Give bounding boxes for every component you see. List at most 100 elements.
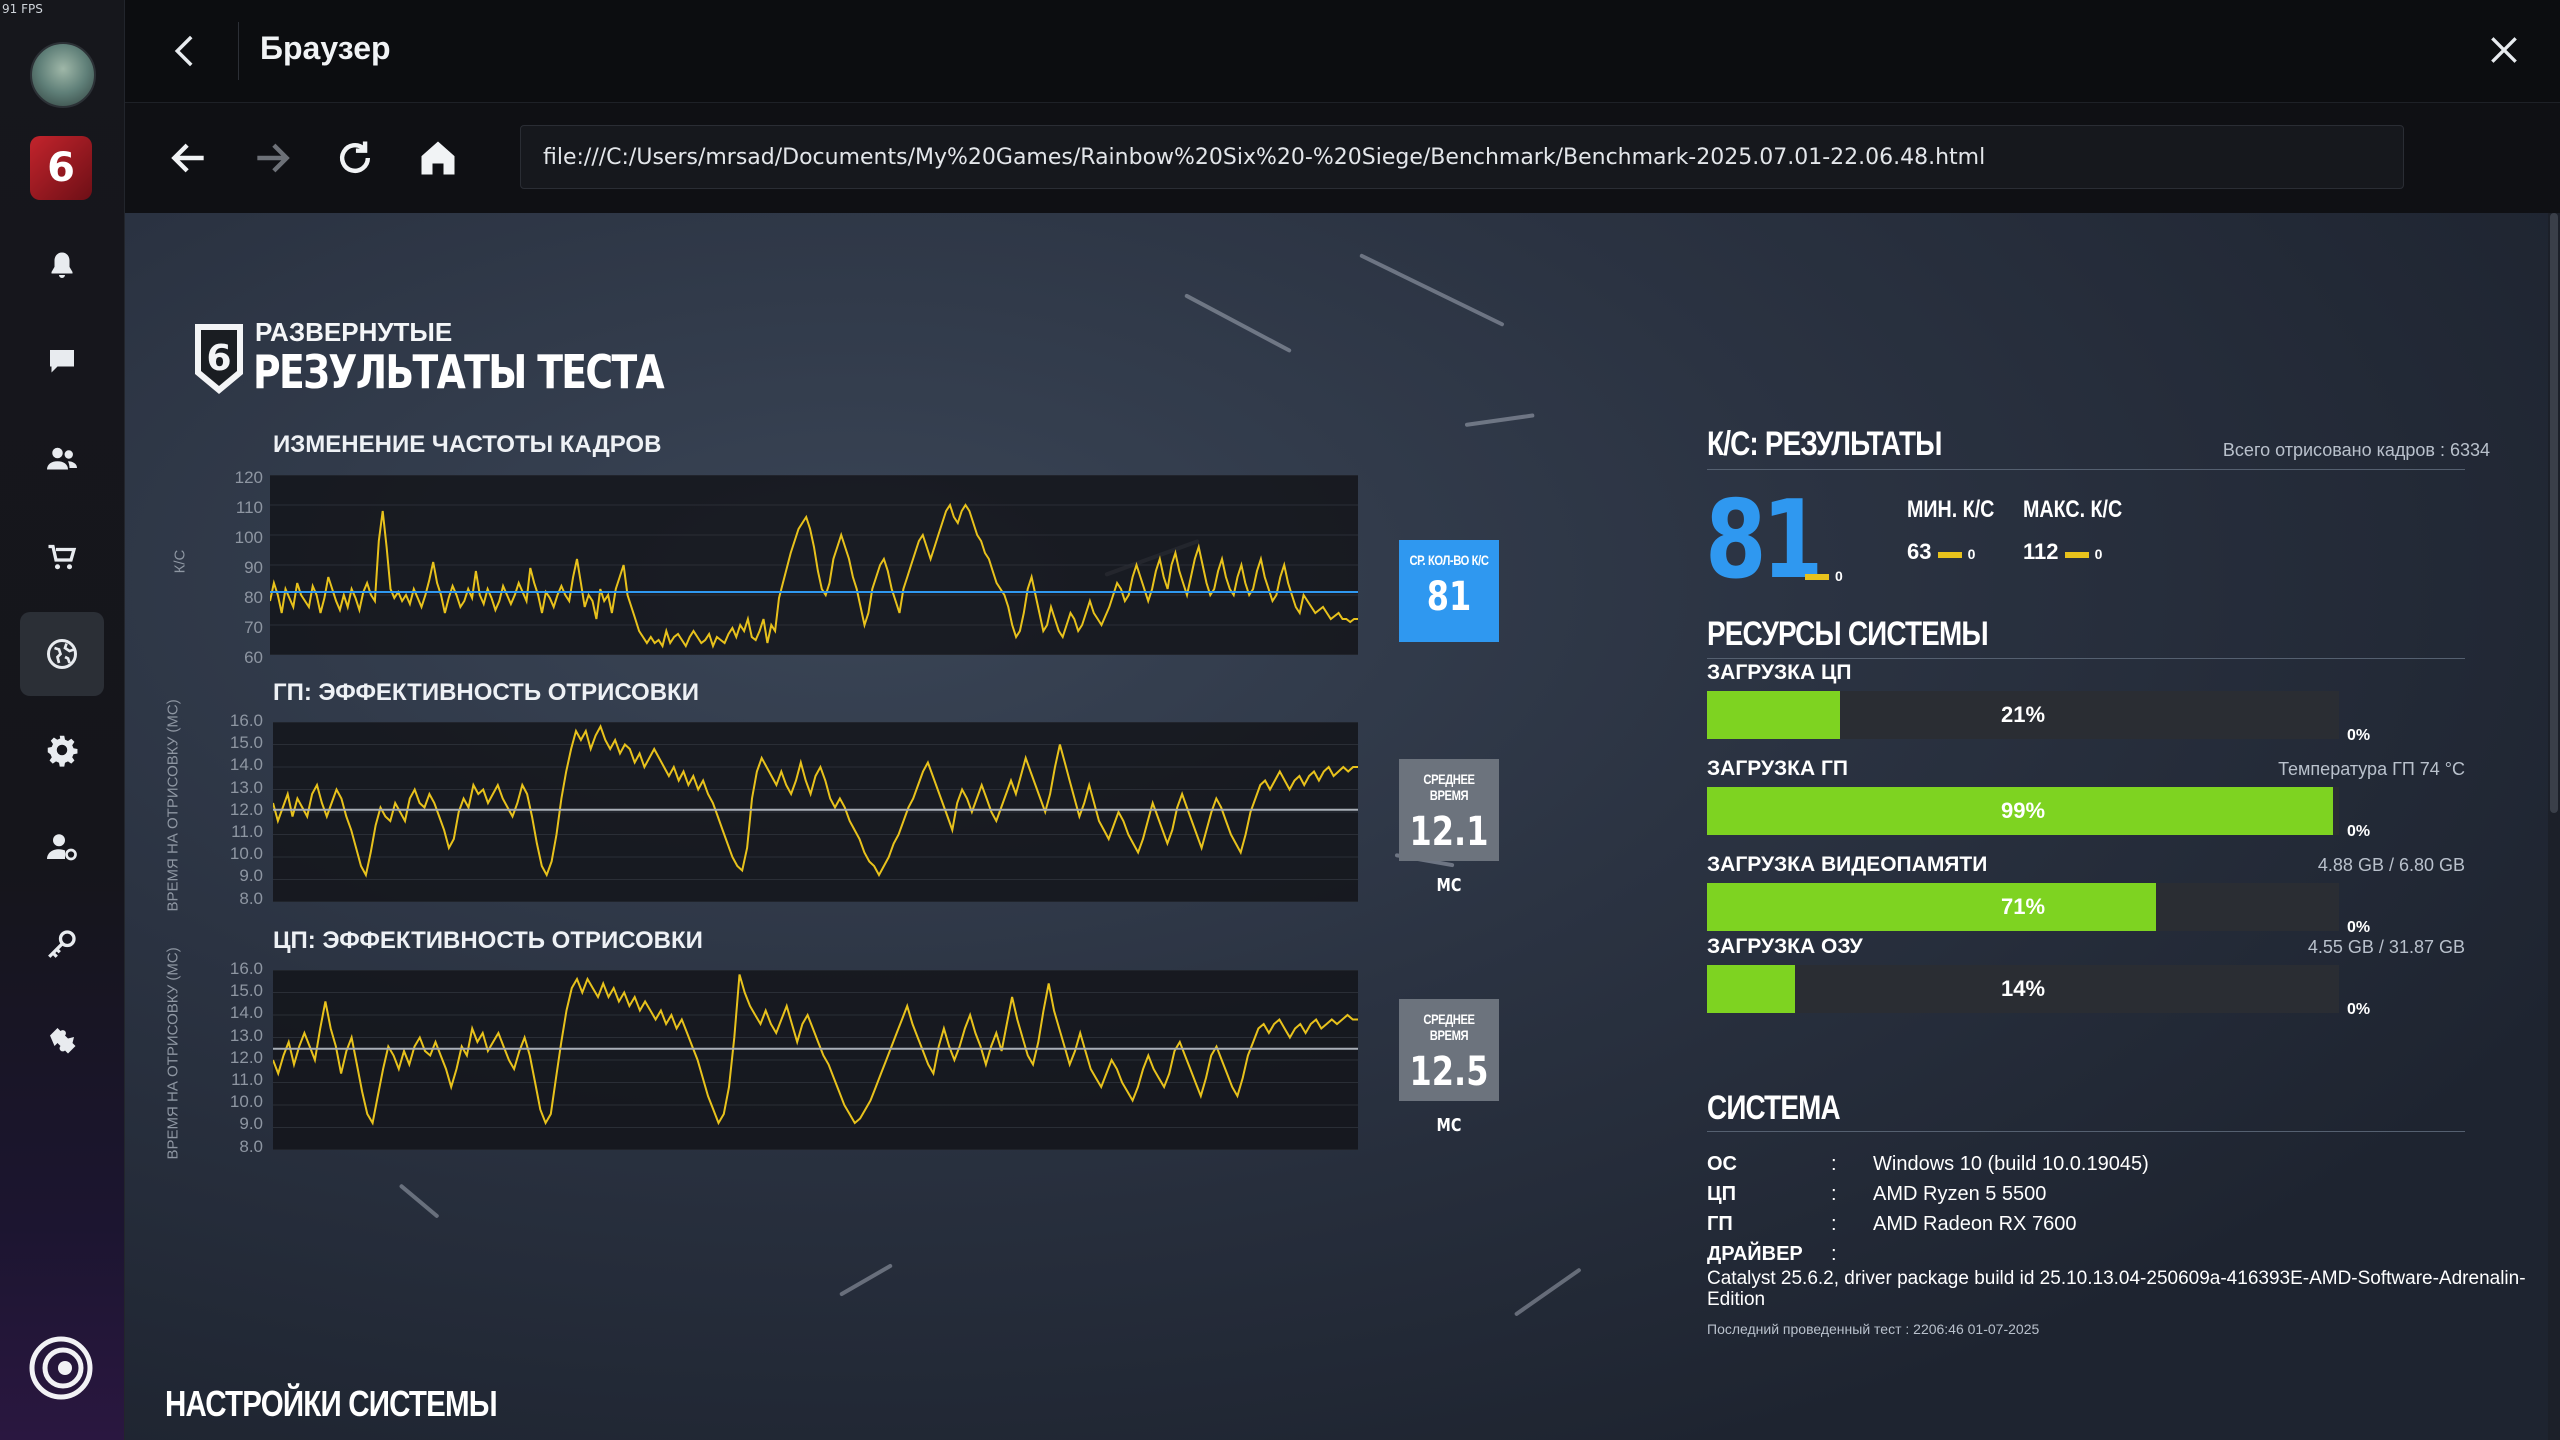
system-value: AMD Radeon RX 7600 — [1873, 1213, 2077, 1235]
reload-icon[interactable] — [333, 136, 377, 180]
gpu-avg-unit: МС — [1436, 875, 1462, 896]
y-tick-label: 120 — [234, 468, 263, 487]
delta-bar — [1805, 574, 1829, 581]
scrollbar-thumb[interactable] — [2550, 213, 2558, 813]
sidebar-store[interactable] — [20, 515, 104, 599]
resource-detail: 4.55 GB / 31.87 GB — [2307, 937, 2465, 957]
heading-small: РАЗВЕРНУТЫЕ — [255, 317, 453, 347]
resource-label: ЗАГРУЗКА ЦП — [1707, 661, 1852, 684]
divider — [1707, 658, 2465, 659]
chart-gpu-yticks: 16.0 15.0 14.0 13.0 12.0 11.0 10.0 9.0 8.0 — [215, 710, 263, 910]
user-avatar[interactable] — [30, 42, 96, 108]
y-tick-label: 90 — [244, 558, 263, 577]
y-tick-label: 10.0 — [229, 1092, 263, 1112]
home-icon[interactable] — [416, 136, 460, 180]
driver-value: Catalyst 25.6.2, driver package build id… — [1707, 1268, 2526, 1310]
y-tick-label: 15.0 — [229, 981, 263, 1001]
resource-percent: 99% — [2000, 798, 2046, 823]
y-tick-label: 11.0 — [231, 821, 263, 841]
chart-fps-svg — [270, 475, 1358, 655]
sidebar-friends[interactable] — [20, 417, 104, 501]
system-colon: : — [1831, 1213, 1837, 1235]
gpu-avg-box: СРЕДНЕЕ ВРЕМЯ 12.1 МС — [1399, 759, 1499, 896]
chart-gpu-title: ГП: ЭФФЕКТИВНОСТЬ ОТРИСОВКИ — [273, 679, 699, 706]
y-tick-label: 80 — [244, 588, 263, 607]
cpu-avg-value: 12.5 МС — [1409, 1049, 1489, 1141]
system-colon: : — [1831, 1153, 1837, 1175]
browser-nav-bar: file:///C:/Users/mrsad/Documents/My%20Ga… — [125, 103, 2560, 213]
chevron-left-icon[interactable] — [165, 30, 207, 72]
sidebar: 6 — [0, 0, 125, 1440]
y-tick-label: 70 — [244, 618, 263, 637]
sidebar-chat[interactable] — [20, 320, 104, 404]
cpu-avg-box: СРЕДНЕЕ ВРЕМЯ 12.5 МС — [1399, 999, 1499, 1136]
forward-arrow-icon[interactable] — [250, 136, 294, 180]
sidebar-settings[interactable] — [20, 708, 104, 792]
chart-cpu-title: ЦП: ЭФФЕКТИВНОСТЬ ОТРИСОВКИ — [273, 927, 703, 954]
resource-bar: 21% — [1707, 691, 2339, 739]
ubisoft-logo-icon[interactable] — [28, 1335, 94, 1401]
gpu-avg-value: 12.1 МС — [1409, 809, 1489, 901]
system-settings-heading: НАСТРОЙКИ СИСТЕМЫ — [165, 1383, 498, 1424]
sidebar-account[interactable] — [20, 805, 104, 889]
chart-cpu — [273, 970, 1358, 1150]
system-key: ГП — [1707, 1213, 1733, 1235]
avg-fps-big: 81 — [1705, 478, 1823, 603]
resource-percent: 71% — [2000, 894, 2046, 919]
heading-big: РЕЗУЛЬТАТЫ ТЕСТА — [253, 345, 665, 399]
close-icon[interactable] — [2484, 30, 2524, 70]
key-icon — [48, 930, 76, 958]
y-tick-label: 9.0 — [239, 866, 263, 886]
y-tick-label: 10.0 — [229, 844, 263, 864]
chat-icon — [50, 350, 74, 373]
sidebar-notifications[interactable] — [20, 224, 104, 308]
y-tick-label: 12.0 — [229, 1047, 263, 1067]
y-tick-label: 16.0 — [229, 711, 263, 730]
game-tile-r6[interactable]: 6 — [30, 136, 92, 200]
y-tick-label: 8.0 — [239, 1136, 263, 1156]
y-tick-label: 13.0 — [229, 1025, 263, 1045]
sidebar-keys[interactable] — [20, 902, 104, 986]
resource-percent: 21% — [2000, 702, 2046, 727]
min-fps-value: 63 0 — [1907, 539, 1976, 564]
account-icon — [47, 834, 77, 861]
system-value: Windows 10 (build 10.0.19045) — [1873, 1153, 2149, 1175]
gpu-avg-label: СРЕДНЕЕ ВРЕМЯ — [1423, 771, 1475, 803]
y-tick-label: 8.0 — [239, 888, 263, 908]
cpu-avg-number: 12.5 — [1409, 1049, 1489, 1095]
resources-heading: РЕСУРСЫ СИСТЕМЫ — [1707, 615, 1989, 653]
back-arrow-icon[interactable] — [167, 136, 211, 180]
resource-label: ЗАГРУЗКА ВИДЕОПАМЯТИ — [1707, 853, 1988, 876]
avg-fps-value: 81 — [1409, 574, 1489, 620]
bg-streak — [398, 1183, 440, 1219]
globe-icon — [47, 639, 77, 669]
chart-gpu-ylabel: ВРЕМЯ НА ОТРИСОВКУ (МС) — [164, 699, 182, 912]
resource-bar: 71% — [1707, 883, 2339, 931]
bg-streak — [1513, 1267, 1582, 1317]
chart-cpu-svg — [273, 970, 1358, 1150]
y-tick-label: 12.0 — [229, 799, 263, 819]
title-bar: Браузер — [125, 0, 2560, 103]
resource-zero-label: 0% — [2347, 823, 2371, 840]
gear-icon — [47, 735, 78, 767]
chart-cpu-ylabel: ВРЕМЯ НА ОТРИСОВКУ (МС) — [164, 947, 182, 1160]
chart-fps — [270, 475, 1358, 655]
page-scrollbar[interactable] — [2548, 213, 2560, 1440]
fps-overlay: 91 FPS — [2, 2, 43, 16]
sidebar-addons[interactable] — [20, 998, 104, 1082]
avg-fps-delta: 0 — [1805, 568, 1843, 584]
resource-zero-label: 0% — [2347, 919, 2371, 936]
address-bar[interactable]: file:///C:/Users/mrsad/Documents/My%20Ga… — [520, 125, 2404, 189]
benchmark-page: 6 РАЗВЕРНУТЫЕ РЕЗУЛЬТАТЫ ТЕСТА ИЗМЕНЕНИЕ… — [125, 213, 2548, 1440]
resource-label: ЗАГРУЗКА ГП — [1707, 757, 1848, 780]
bg-streak — [1184, 293, 1292, 354]
resource-detail: Температура ГП 74 °C — [2278, 759, 2465, 779]
window-title: Браузер — [260, 30, 391, 66]
resource-zero-label: 0% — [2347, 1001, 2371, 1018]
sidebar-browser[interactable] — [20, 612, 104, 696]
puzzle-icon — [50, 1028, 76, 1054]
divider — [1707, 469, 2465, 470]
cart-icon — [48, 544, 77, 570]
bg-streak — [839, 1263, 893, 1297]
resource-bar: 99% — [1707, 787, 2339, 835]
